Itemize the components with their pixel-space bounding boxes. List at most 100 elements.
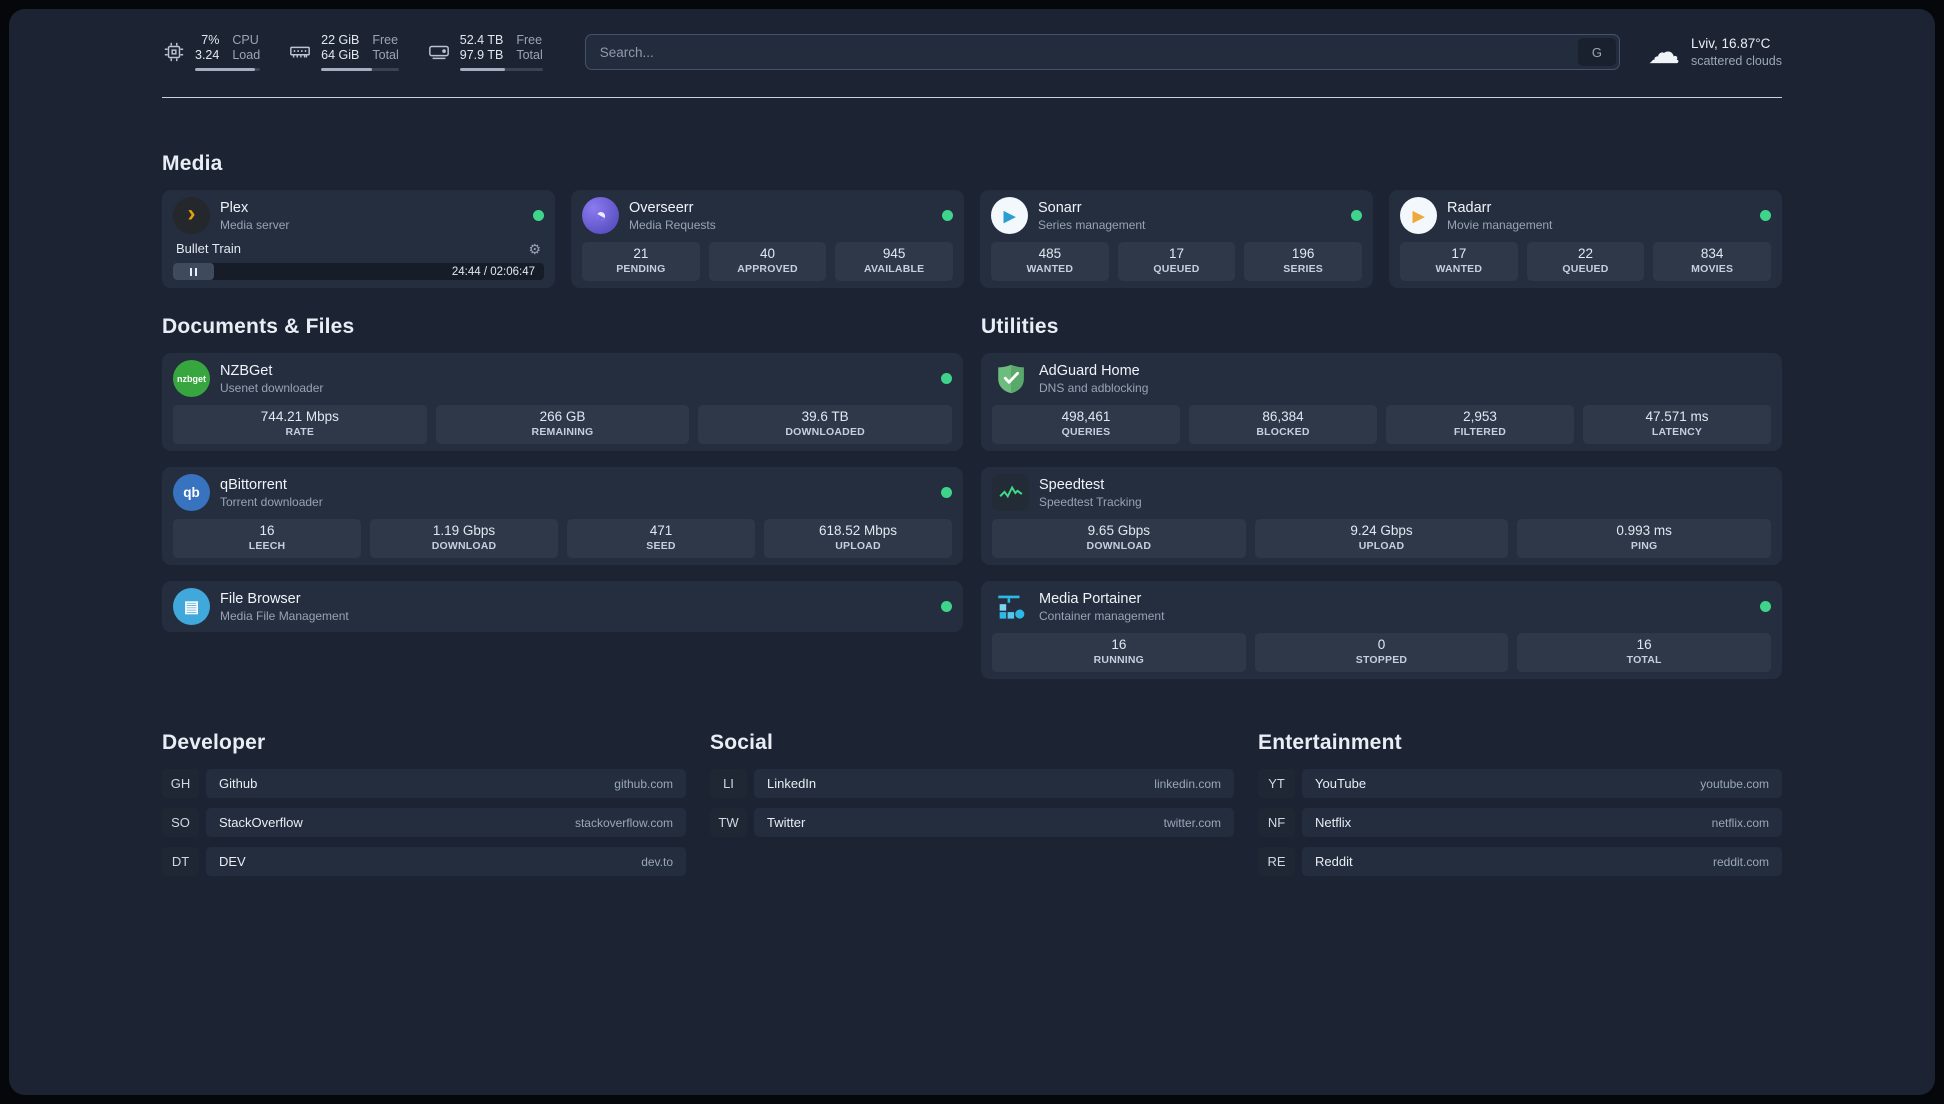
- service-link-qbittorrent[interactable]: qb qBittorrent Torrent downloader: [173, 474, 952, 511]
- bookmark-abbr: LI: [710, 769, 747, 798]
- service-card-filebrowser: ▤ File Browser Media File Management: [162, 581, 963, 632]
- stat-value: 16: [1111, 637, 1127, 652]
- stat-label: QUEUED: [1562, 263, 1609, 275]
- stat-label: LEECH: [248, 540, 286, 552]
- disk-free-value: 52.4 TB: [459, 33, 504, 47]
- stat-tile: 618.52 Mbps UPLOAD: [764, 519, 952, 558]
- bookmark-abbr: SO: [162, 808, 199, 837]
- stat-tile: 86,384 BLOCKED: [1189, 405, 1377, 444]
- service-link-sonarr[interactable]: ▶ Sonarr Series management: [991, 197, 1362, 234]
- bookmark-group-entertainment: Entertainment YT YouTube youtube.com NF …: [1258, 731, 1782, 876]
- memory-icon: [288, 40, 312, 64]
- bookmark-linkedin[interactable]: LI LinkedIn linkedin.com: [710, 769, 1234, 798]
- service-card-portainer: Media Portainer Container management 16 …: [981, 581, 1782, 679]
- service-card-overseerr: ◐ Overseerr Media Requests 21 PENDING 40…: [571, 190, 964, 288]
- service-description: Usenet downloader: [220, 380, 324, 395]
- service-link-overseerr[interactable]: ◐ Overseerr Media Requests: [582, 197, 953, 234]
- stat-value: 17: [1451, 246, 1467, 261]
- disk-icon: [427, 40, 451, 64]
- stat-label: DOWNLOAD: [431, 540, 497, 552]
- bookmark-reddit[interactable]: RE Reddit reddit.com: [1258, 847, 1782, 876]
- stat-label: FILTERED: [1453, 426, 1507, 438]
- status-dot: [942, 210, 953, 221]
- stat-value: 40: [759, 246, 775, 261]
- stat-label: TOTAL: [1626, 654, 1662, 666]
- stat-label: SEED: [646, 540, 676, 552]
- service-name: Radarr: [1447, 199, 1492, 216]
- service-link-radarr[interactable]: ▶ Radarr Movie management: [1400, 197, 1771, 234]
- stat-label: SERIES: [1283, 263, 1324, 275]
- stat-label: UPLOAD: [1358, 540, 1405, 552]
- stat-tile: 21 PENDING: [582, 242, 700, 281]
- stat-value: 498,461: [1061, 409, 1111, 424]
- bookmark-netflix[interactable]: NF Netflix netflix.com: [1258, 808, 1782, 837]
- stat-tile: 498,461 QUERIES: [992, 405, 1180, 444]
- search-provider-button[interactable]: G: [1577, 38, 1616, 66]
- pause-icon[interactable]: [188, 267, 198, 276]
- stat-label: STOPPED: [1355, 654, 1408, 666]
- sonarr-icon: ▶: [991, 197, 1028, 234]
- stat-value: 2,953: [1463, 409, 1497, 424]
- gear-icon[interactable]: ⚙: [528, 242, 541, 256]
- memory-free-label: Free: [372, 33, 399, 47]
- plex-icon: ›: [173, 197, 210, 234]
- status-dot: [941, 373, 952, 384]
- stat-label: UPLOAD: [835, 540, 881, 552]
- stat-value: 485: [1038, 246, 1062, 261]
- stat-tile: 0 STOPPED: [1254, 633, 1509, 672]
- service-name: Overseerr: [629, 199, 694, 216]
- stat-tile: 2,953 FILTERED: [1386, 405, 1574, 444]
- service-description: Speedtest Tracking: [1039, 494, 1142, 509]
- cpu-progress-bar: [195, 68, 261, 71]
- bookmark-github[interactable]: GH Github github.com: [162, 769, 686, 798]
- stat-label: QUEUED: [1153, 263, 1200, 275]
- bookmark-dev[interactable]: DT DEV dev.to: [162, 847, 686, 876]
- bookmark-stackoverflow[interactable]: SO StackOverflow stackoverflow.com: [162, 808, 686, 837]
- search-input[interactable]: [584, 34, 1620, 70]
- stat-tile: 17 QUEUED: [1117, 242, 1236, 281]
- filebrowser-icon: ▤: [173, 588, 210, 625]
- stat-tile: 40 APPROVED: [708, 242, 827, 281]
- stat-label: AVAILABLE: [863, 263, 925, 275]
- weather-location: Lviv, 16.87°C: [1690, 36, 1771, 51]
- service-description: Torrent downloader: [220, 494, 323, 509]
- bookmark-url: stackoverflow.com: [574, 815, 673, 830]
- section-media: Media › Plex Media server Bullet Train ⚙: [162, 152, 1782, 288]
- service-name: File Browser: [220, 590, 301, 607]
- plex-now-playing: Bullet Train ⚙ 24:44 / 02:06:47: [173, 239, 544, 280]
- stat-tile: 39.6 TB DOWNLOADED: [698, 405, 952, 444]
- memory-progress-bar: [321, 68, 399, 71]
- service-link-filebrowser[interactable]: ▤ File Browser Media File Management: [173, 588, 952, 625]
- bookmark-group-social: Social LI LinkedIn linkedin.com TW Twitt…: [710, 731, 1234, 876]
- stat-tile: 945 AVAILABLE: [835, 242, 953, 281]
- service-link-speedtest[interactable]: Speedtest Speedtest Tracking: [992, 474, 1771, 511]
- stat-label: DOWNLOAD: [1086, 540, 1152, 552]
- stat-tile: 471 SEED: [567, 519, 755, 558]
- radarr-icon: ▶: [1400, 197, 1437, 234]
- bookmark-group-developer: Developer GH Github github.com SO StackO…: [162, 731, 686, 876]
- bookmark-abbr: GH: [162, 769, 199, 798]
- stat-label: PING: [1630, 540, 1658, 552]
- stat-tile: 1.19 Gbps DOWNLOAD: [370, 519, 558, 558]
- bookmark-name: StackOverflow: [219, 815, 303, 830]
- bookmark-name: Netflix: [1315, 815, 1352, 830]
- service-link-nzbget[interactable]: nzbget NZBGet Usenet downloader: [173, 360, 952, 397]
- stat-value: 744.21 Mbps: [260, 409, 339, 424]
- section-title-utilities: Utilities: [981, 315, 1059, 338]
- dashboard-content: 7% 3.24 CPU Load 22 GiB 64 GiB Free Tota…: [162, 9, 1782, 876]
- bookmark-group-title: Developer: [162, 731, 266, 754]
- stat-label: RUNNING: [1093, 654, 1145, 666]
- weather-condition: scattered clouds: [1690, 54, 1782, 68]
- memory-total-label: Total: [372, 48, 399, 62]
- bookmark-youtube[interactable]: YT YouTube youtube.com: [1258, 769, 1782, 798]
- bookmark-twitter[interactable]: TW Twitter twitter.com: [710, 808, 1234, 837]
- disk-total-value: 97.9 TB: [459, 48, 504, 62]
- playback-progress-bar[interactable]: 24:44 / 02:06:47: [173, 263, 544, 280]
- service-link-portainer[interactable]: Media Portainer Container management: [992, 588, 1771, 625]
- disk-total-label: Total: [516, 48, 543, 62]
- status-dot: [533, 210, 544, 221]
- service-link-adguard[interactable]: AdGuard Home DNS and adblocking: [992, 360, 1771, 397]
- service-link-plex[interactable]: › Plex Media server: [173, 197, 544, 234]
- service-card-adguard: AdGuard Home DNS and adblocking 498,461 …: [981, 353, 1782, 451]
- service-name: AdGuard Home: [1039, 362, 1140, 379]
